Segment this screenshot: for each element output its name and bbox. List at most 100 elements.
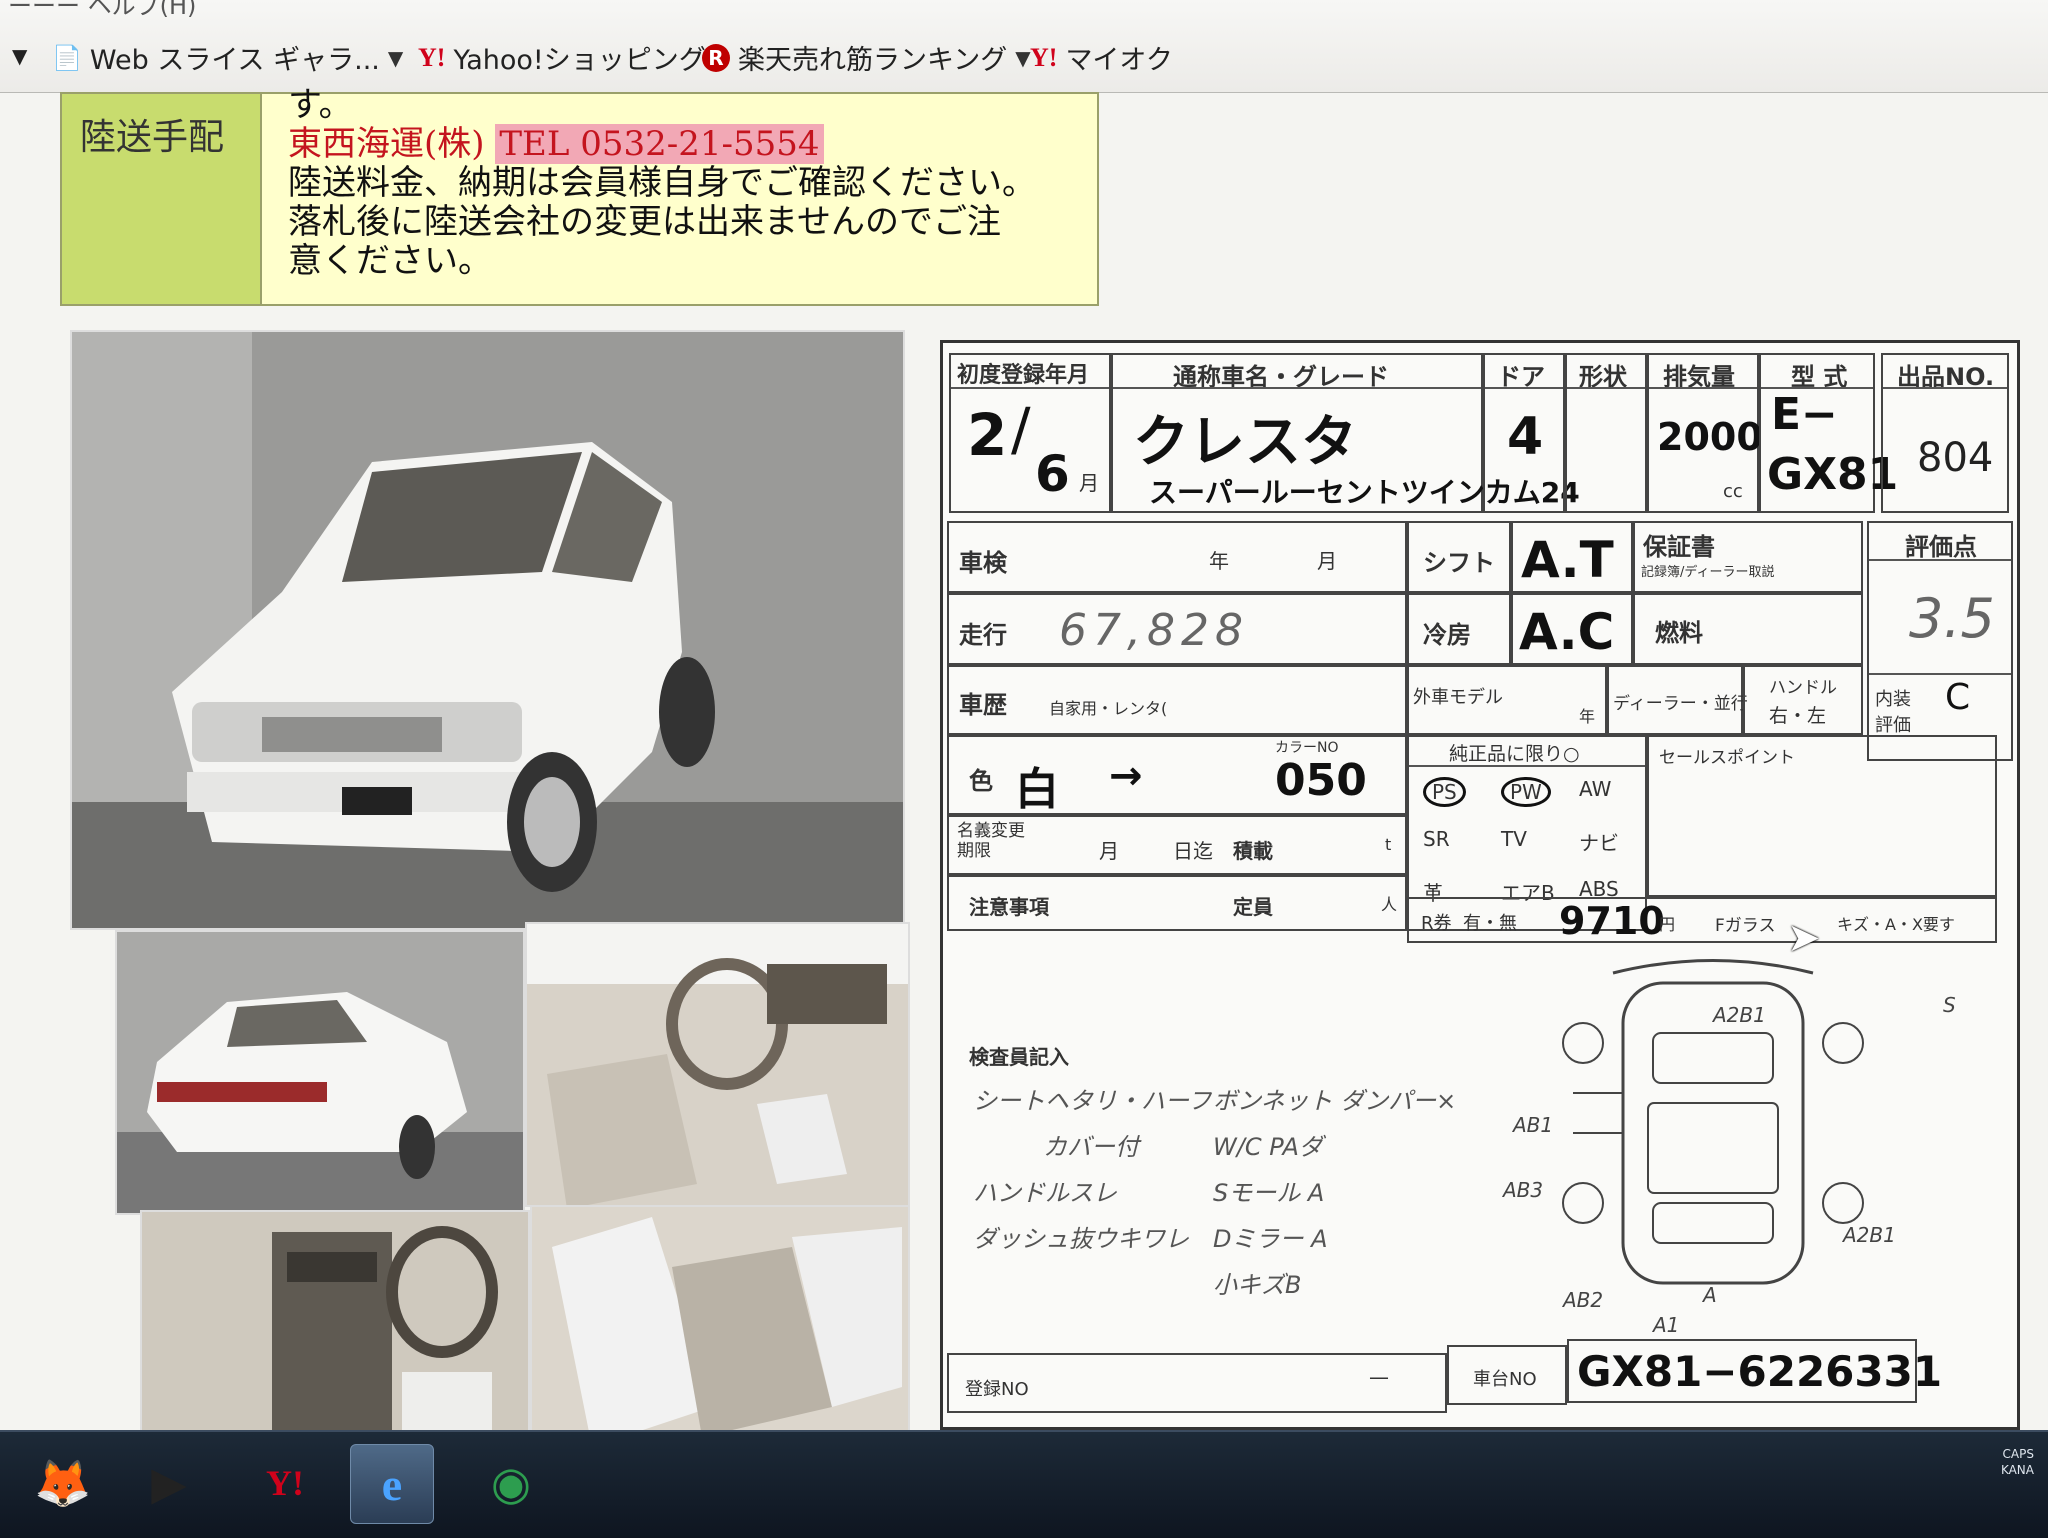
registration-number-cell: 登録NO — (947, 1353, 1447, 1413)
dashboard-illustration (527, 924, 908, 1205)
model-prefix: E− (1771, 389, 1838, 440)
inspector-note: W/C PAダ (1213, 1133, 1323, 1161)
chevron-down-icon[interactable]: ▼ (388, 46, 403, 70)
warranty-cell: 保証書 記録簿/ディーラー取説 (1633, 521, 1863, 593)
name-change-cell: 名義変更期限 月 日迄 積載 t (947, 815, 1407, 875)
first-reg-month: 6 (1035, 445, 1070, 503)
chassis-number: GX81−6226331 (1577, 1347, 1943, 1396)
equipment-item: PW (1501, 777, 1551, 807)
console-illustration (142, 1212, 528, 1448)
model-cell: 型 式 E− GX81 (1759, 353, 1898, 513)
displacement-cell: 排気量 2000 cc (1647, 353, 1763, 513)
mileage-value: 67,828 (1059, 605, 1249, 656)
lot-number-cell: 出品NO. 804 (1881, 353, 2009, 513)
favorite-yahoo-shopping[interactable]: Y! Yahoo!ショッピング (418, 38, 706, 77)
inspector-note: ハンドルスレ (973, 1179, 1117, 1207)
favorites-chevron-icon[interactable]: ▼ (12, 44, 27, 68)
caps-indicator: CAPS (2002, 1447, 2034, 1461)
chrome-button[interactable]: ◉ (470, 1444, 552, 1522)
ie-icon: e (381, 1458, 403, 1510)
first-registration-cell: 初度登録年月 2 / 6 月 (949, 353, 1111, 513)
inspector-note: シートヘタリ・ハーフ (973, 1087, 1212, 1115)
color-arrow: → (1109, 753, 1143, 799)
media-player-button[interactable]: ▶ (128, 1444, 210, 1522)
damage-mark: AB3 (1503, 1178, 1544, 1202)
damage-mark: A2B1 (1843, 1223, 1896, 1247)
chevron-down-icon[interactable]: ▼ (1015, 46, 1030, 70)
score-cell: 評価点 3.5 内装評価 C (1867, 521, 2013, 761)
caution-cell: 注意事項 定員 人 (947, 875, 1407, 931)
center-console-photo[interactable] (140, 1210, 530, 1450)
favorite-web-slice[interactable]: 📄 Web スライス ギャラ... ▼ (52, 38, 403, 77)
rakuten-icon: R (702, 43, 730, 72)
damage-mark: A1 (1653, 1313, 1680, 1337)
damage-mark: A (1703, 1283, 1717, 1307)
equipment-item: SR (1423, 827, 1450, 851)
seats-illustration (532, 1207, 908, 1453)
rear-seats-photo[interactable] (530, 1205, 910, 1455)
system-tray: CAPS KANA (2001, 1446, 2034, 1478)
shift-value: A.T (1521, 531, 1614, 589)
ie-page-icon: 📄 (52, 43, 82, 72)
chassis-label-cell: 車台NO (1447, 1345, 1567, 1405)
inspector-note: Dミラー A (1213, 1225, 1328, 1253)
menu-bar-ghost: ーーー ヘルプ(H) (8, 0, 197, 20)
yahoo-icon: Y! (266, 1463, 304, 1503)
favorite-rakuten-ranking[interactable]: R 楽天売れ筋ランキング ▼ (702, 38, 1031, 77)
ac-value: A.C (1519, 603, 1615, 661)
car-name-grade-cell: 通称車名・グレード クレスタ スーパールーセントツインカム24 (1111, 353, 1580, 513)
explorer-icon: 🦊 (34, 1455, 92, 1510)
interior-score: C (1945, 677, 1971, 718)
slash: / (1011, 395, 1031, 463)
auction-sheet: 初度登録年月 2 / 6 月 通称車名・グレード クレスタ スーパールーセントツ… (940, 340, 2020, 1430)
door-count: 4 (1507, 407, 1544, 467)
model-code: GX81 (1767, 449, 1899, 500)
inspector-note: 小キズB (1213, 1271, 1302, 1299)
color-cell: 色 白 → カラーNO 050 (947, 735, 1407, 815)
shift-value-cell: A.T (1511, 521, 1633, 593)
delivery-note-1: 陸送料金、納期は会員様自身でご確認ください。 (288, 163, 1036, 203)
damage-mark: AB2 (1563, 1288, 1604, 1312)
damage-mark: A2B1 (1713, 1003, 1766, 1027)
lot-number: 804 (1917, 435, 1994, 481)
delivery-info-box: 陸送手配 す。 東西海運(株) TEL 0532-21-5554 陸送料金、納期… (60, 86, 1099, 306)
history-cell: 車歴 自家用・レンタ( (947, 665, 1407, 735)
mileage-cell: 走行 67,828 (947, 593, 1407, 665)
reg-no-dash: — (1369, 1365, 1389, 1389)
mouse-cursor-icon: ➤ (1787, 915, 1821, 961)
ac-label-cell: 冷房 (1407, 593, 1511, 665)
dashboard-photo[interactable] (525, 922, 910, 1207)
car-front-photo[interactable] (70, 330, 905, 930)
delivery-company-line: 東西海運(株) TEL 0532-21-5554 (288, 124, 1036, 164)
damage-mark: S (1943, 993, 1956, 1017)
dealer-cell: ディーラー・並行 (1607, 665, 1748, 735)
ie-button[interactable]: e (350, 1444, 434, 1524)
equipment-item: TV (1501, 827, 1527, 851)
delivery-note-2: 落札後に陸送会社の変更は出来ませんのでご注 (288, 202, 1001, 242)
inspector-note: ボンネット ダンパー× (1213, 1087, 1457, 1115)
recycle-fee: 9710 (1559, 899, 1665, 943)
delivery-line-0: す。 (288, 85, 353, 125)
yahoo-button[interactable]: Y! (244, 1444, 326, 1522)
shift-label-cell: シフト (1407, 521, 1511, 593)
chassis-number-cell: GX81−6226331 (1567, 1339, 1942, 1403)
fuel-cell: 燃料 (1633, 593, 1863, 665)
delivery-body: す。 東西海運(株) TEL 0532-21-5554 陸送料金、納期は会員様自… (262, 86, 1036, 304)
explorer-button[interactable]: 🦊 (22, 1444, 104, 1522)
chrome-icon: ◉ (490, 1456, 532, 1510)
recycle-cell: R券 有・無 9710 円 Fガラス キズ・A・X要す (1407, 897, 1997, 943)
favorite-my-auction[interactable]: Y! マイオク (1030, 38, 1173, 77)
car-name: クレスタ (1133, 410, 1357, 475)
handle-cell: ハンドル 右・左 (1743, 665, 1863, 735)
delivery-tel[interactable]: TEL 0532-21-5554 (495, 124, 824, 164)
equipment-item: ナビ (1579, 831, 1619, 855)
yahoo-icon: Y! (418, 42, 446, 72)
displacement-value: 2000 (1657, 415, 1763, 459)
first-reg-year: 2 (967, 401, 1008, 469)
car-rear-photo[interactable] (115, 930, 525, 1215)
inspector-note: ダッシュ抜ウキワレ (973, 1225, 1189, 1253)
favorites-bar: ーーー ヘルプ(H) ▼ 📄 Web スライス ギャラ... ▼ Y! Yaho… (0, 0, 2048, 93)
inspection-cell: 車検 年 月 (947, 521, 1407, 593)
shape-cell: 形状 (1565, 353, 1647, 513)
taskbar: 🦊 ▶ Y! e ◉ CAPS KANA (0, 1430, 2048, 1538)
